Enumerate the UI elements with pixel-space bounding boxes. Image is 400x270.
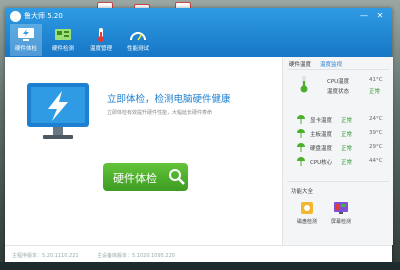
- temp-row-name: CPU核心: [310, 160, 333, 166]
- temp-row-gpu: 显卡温度 正常 24°C: [289, 114, 389, 126]
- tab-label: 硬件检测: [51, 46, 74, 52]
- screen-check-tool[interactable]: 屏幕检测: [326, 200, 356, 225]
- cpu-temp-value: 41°C: [369, 77, 383, 83]
- cpu-thermometer-icon: [300, 76, 308, 93]
- tab-hardware-temp[interactable]: 硬件温度: [289, 60, 311, 68]
- hardware-board-icon: [55, 29, 71, 40]
- temp-row-motherboard: 主板温度 正常 39°C: [289, 128, 389, 140]
- temp-row-status: 正常: [341, 132, 353, 138]
- temp-row-cpu-core: CPU核心 正常 44°C: [289, 156, 389, 168]
- temp-row-status: 正常: [341, 146, 353, 152]
- tab-hardware-checkup[interactable]: 硬件体检: [10, 24, 42, 56]
- temp-row-status: 正常: [341, 118, 353, 124]
- temp-row-value: 24°C: [369, 116, 383, 122]
- temp-row-value: 44°C: [369, 158, 383, 164]
- title-bar: 鲁大师 5.20 — ✕ 硬件体检 硬件检测 温度管理 性能测试: [5, 8, 392, 57]
- temp-row-name: 硬盘温度: [310, 146, 333, 152]
- tab-hardware-detect[interactable]: 硬件检测: [47, 24, 79, 56]
- temp-row-status: 正常: [341, 160, 353, 166]
- minimize-button[interactable]: —: [359, 11, 369, 21]
- hardware-checkup-button[interactable]: 硬件体检: [103, 163, 188, 191]
- function-label: 屏幕检测: [330, 219, 351, 225]
- umbrella-icon: [297, 157, 305, 166]
- temp-row-value: 29°C: [369, 144, 383, 150]
- divider: [287, 181, 389, 182]
- magnifier-icon: [169, 169, 185, 185]
- close-button[interactable]: ✕: [375, 11, 385, 21]
- tab-label: 温度管理: [89, 46, 112, 52]
- db-version-text: 主设备库版本：5.1020.1095.220: [97, 253, 175, 259]
- app-window: 鲁大师 5.20 — ✕ 硬件体检 硬件检测 温度管理 性能测试 立即体检，检测…: [5, 8, 393, 265]
- thermometer-icon: [98, 28, 104, 42]
- temperature-sidebar: 硬件温度 温度监视 CPU温度 41°C 温度状态 正常 显卡温度 正常 24°…: [282, 57, 393, 245]
- umbrella-icon: [297, 143, 305, 152]
- divider: [287, 69, 389, 70]
- screen-icon: [334, 202, 348, 214]
- umbrella-icon: [297, 129, 305, 138]
- temp-row-name: 主板温度: [310, 132, 333, 138]
- function-label: 磁盘检测: [296, 219, 317, 225]
- tab-temp-monitor[interactable]: 温度监视: [320, 60, 342, 68]
- temp-row-value: 39°C: [369, 130, 383, 136]
- cpu-temp-block: CPU温度 41°C 温度状态 正常: [289, 71, 389, 101]
- cpu-temp-label: CPU温度: [327, 79, 350, 85]
- checkup-headline: 立即体检，检测电脑硬件健康: [107, 94, 231, 105]
- checkup-description: 立即体检有效提升硬件性能，大幅延长硬件寿命: [107, 110, 213, 116]
- temp-status-value: 正常: [369, 89, 381, 95]
- app-logo-icon: [10, 11, 21, 22]
- functions-title: 功能大全: [291, 189, 314, 195]
- disk-icon: [301, 202, 313, 214]
- temp-row-name: 显卡温度: [310, 118, 333, 124]
- disk-check-tool[interactable]: 磁盘检测: [292, 200, 322, 225]
- tab-label: 性能测试: [126, 46, 149, 52]
- temp-row-disk: 硬盘温度 正常 29°C: [289, 142, 389, 154]
- taskbar: [0, 262, 400, 270]
- umbrella-icon: [297, 115, 305, 124]
- tab-performance[interactable]: 性能测试: [122, 24, 154, 56]
- monitor-icon: [18, 28, 34, 41]
- temp-status-label: 温度状态: [327, 89, 350, 95]
- tab-label: 硬件体检: [14, 46, 37, 52]
- window-title: 鲁大师 5.20: [24, 12, 63, 20]
- sidebar-tabs: 硬件温度 温度监视: [283, 58, 393, 68]
- checkup-button-label: 硬件体检: [113, 172, 157, 185]
- main-panel: 立即体检，检测电脑硬件健康 立即体检有效提升硬件性能，大幅延长硬件寿命 硬件体检: [5, 57, 282, 245]
- speedometer-icon: [130, 32, 146, 41]
- monitor-icon: [27, 83, 89, 139]
- tab-temperature[interactable]: 温度管理: [85, 24, 117, 56]
- main-version-text: 主程序版本：5.20.1110.221: [12, 253, 79, 259]
